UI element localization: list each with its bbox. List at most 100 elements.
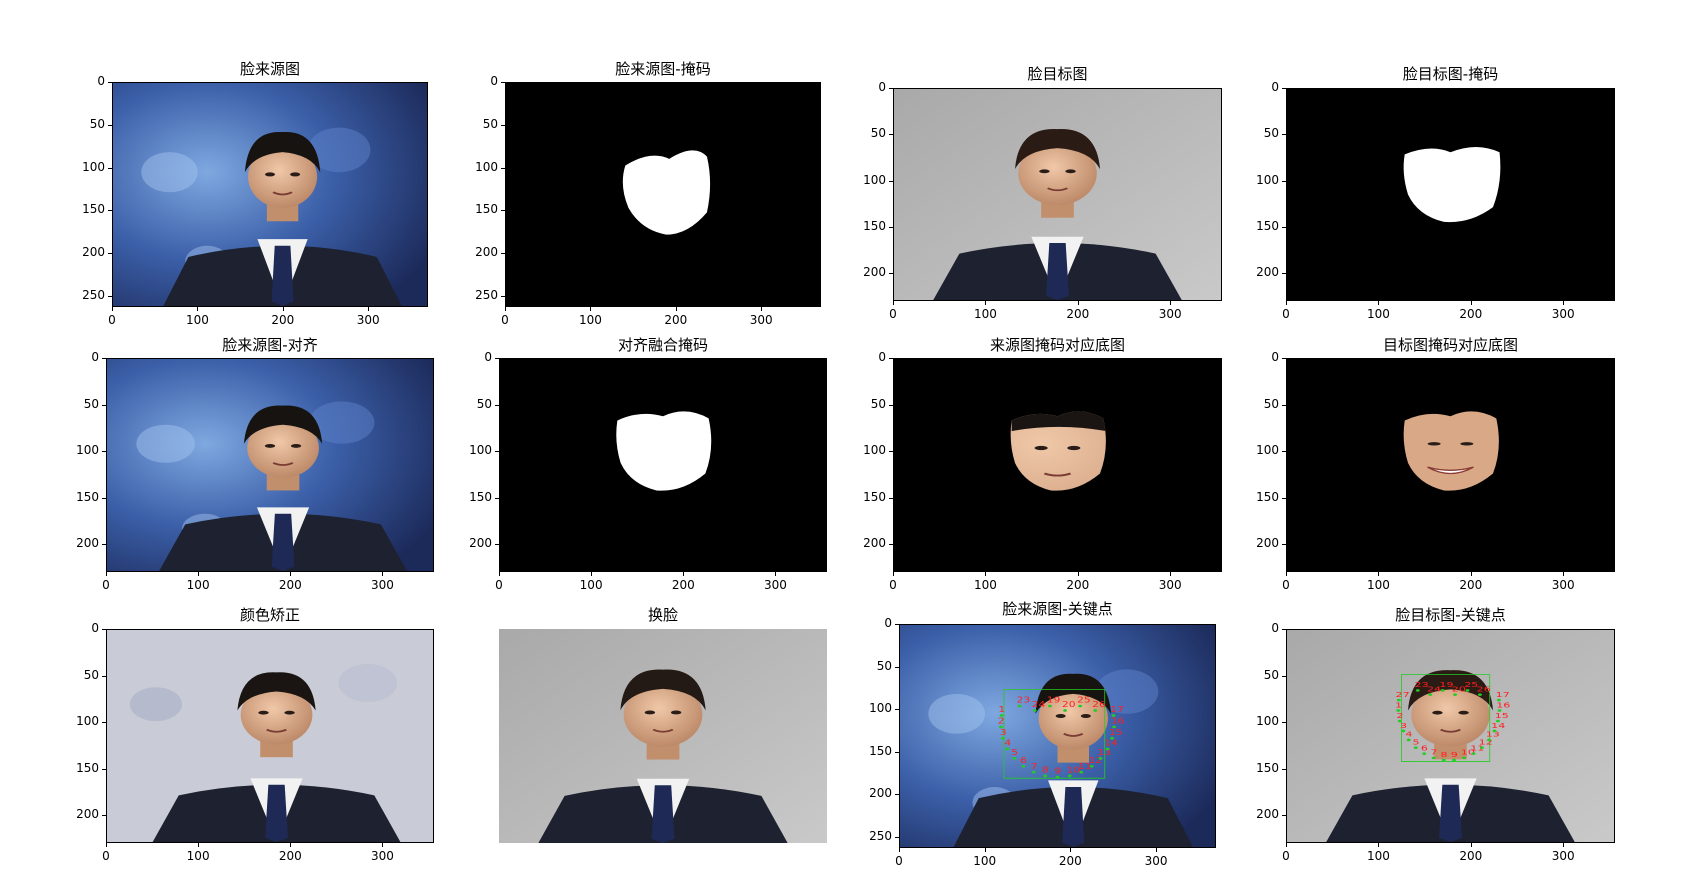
landmark-dot <box>1031 770 1036 774</box>
x-tick <box>1470 572 1472 576</box>
y-tick <box>501 253 505 255</box>
x-tick <box>1378 572 1380 576</box>
x-tick-label: 0 <box>108 313 116 327</box>
landmark-dot <box>1093 709 1098 712</box>
x-tick-label: 300 <box>1551 849 1575 863</box>
y-tick <box>1282 404 1286 406</box>
landmark-dot <box>1452 758 1456 762</box>
y-tick <box>895 794 899 796</box>
landmark-label: 19 <box>1047 696 1061 705</box>
x-tick-label: 100 <box>1366 307 1390 321</box>
landmark-label: 6 <box>1020 756 1027 765</box>
y-tick <box>495 358 499 359</box>
y-tick-label: 100 <box>76 443 99 458</box>
y-tick-label: 100 <box>863 172 886 187</box>
y-tick-label: 200 <box>82 245 105 260</box>
landmark-dot <box>1021 764 1026 768</box>
landmark-dot <box>1440 689 1445 692</box>
x-tick-label: 0 <box>889 307 897 321</box>
x-tick <box>282 307 284 311</box>
y-tick-label: 150 <box>863 489 886 504</box>
landmark-label: 4 <box>1004 739 1011 748</box>
landmark-label: 25 <box>1077 696 1091 705</box>
landmark-label: 7 <box>1031 762 1038 771</box>
y-tick <box>495 404 499 406</box>
landmark-dot <box>1422 752 1427 755</box>
x-tick <box>590 307 592 311</box>
landmark-label: 2 <box>998 717 1005 726</box>
y-tick <box>1282 815 1286 817</box>
landmark-label: 24 <box>1032 701 1046 710</box>
source-landmarks-picture: 23 24 19 20 25 261234567 8 9 1011121314151617 <box>900 625 1215 847</box>
x-tick-label: 300 <box>1158 307 1182 321</box>
landmark-dot <box>1431 756 1436 760</box>
y-tick-label: 100 <box>82 159 105 174</box>
y-tick <box>1282 544 1286 546</box>
x-tick-label: 0 <box>102 578 110 592</box>
source-face-picture <box>113 83 427 306</box>
landmark-label: 26 <box>1092 701 1106 710</box>
y-tick-label: 50 <box>89 116 105 131</box>
x-tick <box>899 848 900 852</box>
x-tick <box>775 572 777 576</box>
y-tick-label: 0 <box>1271 350 1279 364</box>
x-tick <box>106 843 107 847</box>
x-tick <box>1563 572 1565 576</box>
x-tick-label: 200 <box>278 849 302 863</box>
y-tick <box>889 180 893 182</box>
y-tick-label: 100 <box>1256 172 1279 187</box>
x-tick <box>505 307 506 311</box>
landmark-dot <box>1462 756 1467 760</box>
y-tick-label: 50 <box>1263 396 1279 411</box>
y-tick-label: 150 <box>82 202 105 217</box>
y-tick-label: 0 <box>484 350 492 364</box>
y-tick <box>895 666 899 668</box>
x-tick-label: 0 <box>495 578 503 592</box>
landmark-label: 15 <box>1109 728 1123 737</box>
landmark-dot <box>1441 758 1446 762</box>
landmark-label: 7 <box>1430 749 1437 757</box>
y-tick-label: 150 <box>475 202 498 217</box>
y-tick <box>889 544 893 546</box>
landmark-dot <box>1471 752 1476 755</box>
x-tick-label: 200 <box>278 578 302 592</box>
x-tick <box>1378 843 1380 847</box>
landmark-dot <box>1497 709 1502 712</box>
x-tick-label: 100 <box>973 578 997 592</box>
y-tick <box>501 167 505 169</box>
y-tick-label: 0 <box>878 80 886 94</box>
landmark-label: 14 <box>1104 739 1118 748</box>
subplot-title: 脸来源图-对齐 <box>222 336 318 354</box>
y-tick-label: 250 <box>82 287 105 302</box>
source-masked-picture <box>894 359 1221 571</box>
landmark-dot <box>1465 689 1470 692</box>
y-tick-label: 150 <box>863 218 886 233</box>
target-landmarks-picture: 23241920252627123456 7 8 9 1011121314151617 <box>1287 630 1614 842</box>
y-tick <box>108 82 112 83</box>
y-tick-label: 200 <box>76 807 99 822</box>
landmark-label: 17 <box>1110 706 1124 715</box>
y-tick-label: 150 <box>1256 218 1279 233</box>
subplot-title: 换脸 <box>647 606 678 624</box>
landmark-dot <box>1487 738 1491 742</box>
landmark-label: 23 <box>1017 696 1031 705</box>
landmark-label: 3 <box>1000 728 1007 737</box>
y-tick <box>108 295 112 297</box>
x-tick-label: 100 <box>1366 578 1390 592</box>
x-tick <box>382 572 384 576</box>
y-tick-label: 100 <box>475 159 498 174</box>
y-tick <box>1282 134 1286 136</box>
x-tick <box>112 307 113 311</box>
landmark-label: 4 <box>1405 731 1412 739</box>
y-tick-label: 100 <box>863 443 886 458</box>
x-tick <box>1470 843 1472 847</box>
x-tick-label: 100 <box>973 854 997 868</box>
landmark-dot <box>1496 698 1501 702</box>
x-tick <box>290 843 292 847</box>
y-tick <box>889 88 893 89</box>
x-tick-label: 300 <box>1144 854 1168 868</box>
x-tick-label: 100 <box>186 849 210 863</box>
y-tick <box>1282 451 1286 453</box>
x-tick <box>984 848 986 852</box>
landmark-dot <box>1406 738 1411 742</box>
